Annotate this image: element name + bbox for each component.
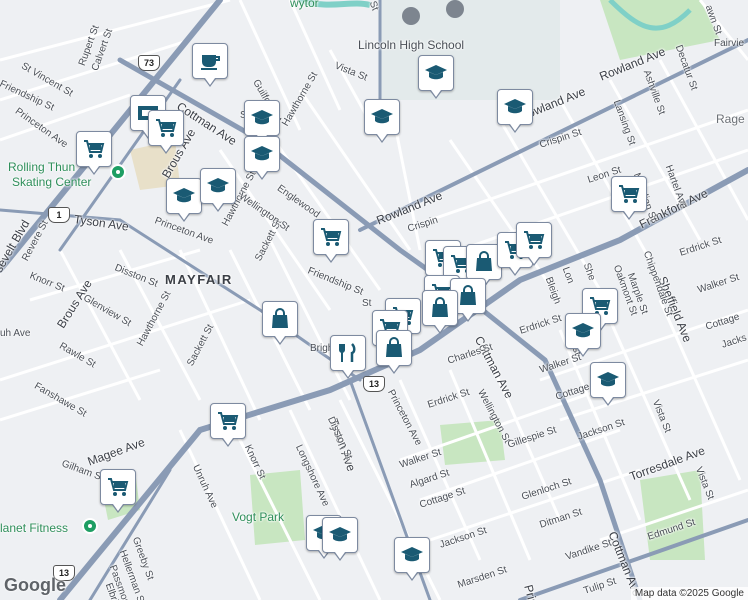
skating-center-pin-icon[interactable] <box>110 164 126 180</box>
street-label: uh Ave <box>0 328 31 339</box>
planet-fitness-label[interactable]: lanet Fitness <box>0 521 68 535</box>
planet-fitness-pin-icon[interactable] <box>82 518 98 534</box>
school-cap-icon <box>251 110 273 125</box>
school-cap-icon <box>173 188 195 203</box>
restaurant-marker[interactable] <box>330 335 366 379</box>
shopping-cart-icon <box>84 140 105 158</box>
map-canvas[interactable]: 73 13 13 1 MAYFAIR Lincoln High School R… <box>0 0 748 600</box>
fork-knife-icon <box>339 343 356 362</box>
school-marker[interactable] <box>244 100 280 144</box>
school-marker[interactable] <box>322 517 358 561</box>
school-cap-icon <box>371 109 393 124</box>
grocery-marker[interactable] <box>611 176 647 220</box>
shop-marker[interactable] <box>376 330 412 374</box>
grocery-marker[interactable] <box>148 110 184 154</box>
street-label: St <box>362 298 372 309</box>
shop-marker[interactable] <box>262 301 298 345</box>
school-marker[interactable] <box>166 178 202 222</box>
shopping-cart-icon <box>524 231 545 249</box>
route-shield-73: 73 <box>138 55 160 71</box>
shopping-cart-icon <box>108 478 129 496</box>
shopping-bag-icon <box>272 308 288 328</box>
shopping-cart-icon <box>619 185 640 203</box>
google-logo: Google <box>4 575 66 595</box>
vogt-park-area <box>250 470 305 545</box>
street-label: Fairvie <box>714 38 745 49</box>
shop-marker[interactable] <box>422 290 458 334</box>
vogt-park-label[interactable]: Vogt Park <box>232 510 284 524</box>
rolling-thunder-label-2[interactable]: Skating Center <box>12 175 91 189</box>
school-marker[interactable] <box>418 55 454 99</box>
school-marker[interactable] <box>244 136 280 180</box>
school-cap-icon <box>572 323 594 338</box>
school-marker[interactable] <box>364 99 400 143</box>
shopping-bag-icon <box>476 251 492 271</box>
grocery-marker[interactable] <box>100 469 136 513</box>
grocery-marker[interactable] <box>516 222 552 266</box>
shopping-cart-icon <box>321 228 342 246</box>
map-attribution[interactable]: Map data ©2025 Google <box>630 587 748 600</box>
grocery-marker[interactable] <box>210 403 246 447</box>
school-cap-icon <box>251 146 273 161</box>
lincoln-high-label[interactable]: Lincoln High School <box>358 38 464 52</box>
school-marker[interactable] <box>200 168 236 212</box>
school-marker[interactable] <box>497 89 533 133</box>
shopping-bag-icon <box>386 337 402 357</box>
school-cap-icon <box>504 99 526 114</box>
landmark-icon[interactable] <box>402 7 420 25</box>
grocery-marker[interactable] <box>76 131 112 175</box>
school-poi-icon[interactable] <box>446 0 464 18</box>
school-marker[interactable] <box>590 362 626 406</box>
grocery-marker[interactable] <box>313 219 349 263</box>
rolling-thunder-label[interactable]: Rolling Thun <box>8 160 75 174</box>
school-cap-icon <box>425 65 447 80</box>
cafe-marker[interactable] <box>192 43 228 87</box>
school-marker[interactable] <box>394 537 430 581</box>
shopping-bag-icon <box>432 297 448 317</box>
school-cap-icon <box>597 372 619 387</box>
school-cap-icon <box>329 527 351 542</box>
neighborhood-label: MAYFAIR <box>165 272 233 287</box>
rage-label[interactable]: Rage <box>716 112 745 126</box>
route-shield-1: 1 <box>48 207 70 223</box>
shopping-bag-icon <box>460 285 476 305</box>
school-cap-icon <box>401 547 423 562</box>
school-cap-icon <box>207 178 229 193</box>
school-marker[interactable] <box>565 313 601 357</box>
coffee-cup-icon <box>201 55 220 70</box>
shopping-cart-icon <box>156 119 177 137</box>
shopping-cart-icon <box>218 412 239 430</box>
top-partial-label: wytor <box>290 0 319 10</box>
route-shield-13: 13 <box>363 376 385 392</box>
